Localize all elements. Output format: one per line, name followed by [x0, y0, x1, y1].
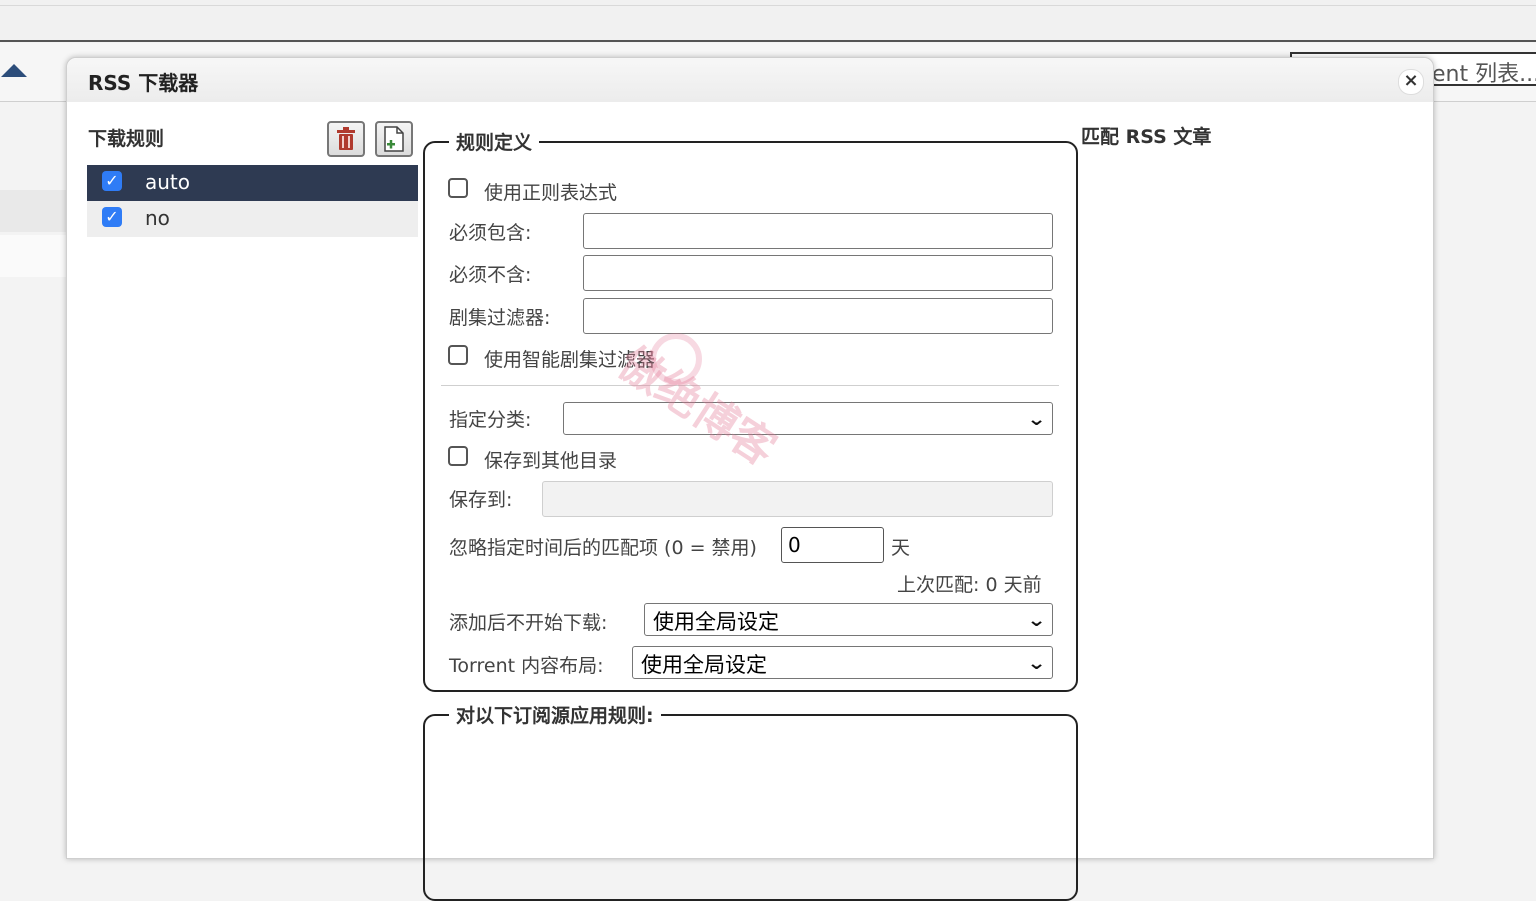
add-rule-button[interactable]	[375, 121, 413, 157]
ignore-days-unit: 天	[891, 537, 911, 559]
content-layout-label: Torrent 内容布局:	[449, 655, 604, 677]
rule-definition-legend: 规则定义	[456, 132, 533, 154]
bg-list-row	[0, 190, 70, 232]
content-layout-select[interactable]: 使用全局设定 ⌄	[632, 646, 1053, 679]
save-to-input[interactable]	[542, 481, 1053, 517]
content-layout-select-value: 使用全局设定	[641, 653, 767, 677]
delete-rule-button[interactable]	[327, 121, 365, 157]
rss-downloader-dialog: RSS 下载器 × 下载规则 ✓ auto ✓ no 规则定义 使用正则表达式	[66, 57, 1434, 901]
app-header	[0, 0, 1536, 42]
matching-articles-title: 匹配 RSS 文章	[1081, 126, 1212, 148]
dialog-header: RSS 下载器 ×	[67, 58, 1433, 102]
ignore-after-label: 忽略指定时间后的匹配项 (0 = 禁用)	[449, 537, 757, 559]
apply-feeds-group: 对以下订阅源应用规则:	[423, 701, 1078, 901]
rule-enabled-checkbox[interactable]: ✓	[102, 171, 122, 191]
app-top-divider	[0, 5, 1536, 6]
new-file-icon	[384, 126, 404, 152]
add-paused-select[interactable]: 使用全局设定 ⌄	[644, 603, 1053, 636]
close-icon[interactable]: ×	[1398, 69, 1424, 95]
add-paused-select-value: 使用全局设定	[653, 610, 779, 634]
chevron-down-icon: ⌄	[1026, 409, 1047, 430]
chevron-down-icon: ⌄	[1026, 653, 1047, 674]
episode-filter-input[interactable]	[583, 298, 1053, 334]
apply-feeds-legend: 对以下订阅源应用规则:	[456, 705, 654, 727]
smart-filter-checkbox[interactable]	[448, 345, 468, 365]
category-select[interactable]: ⌄	[563, 402, 1053, 435]
save-other-dir-checkbox[interactable]	[448, 446, 468, 466]
rules-panel-title: 下载规则	[88, 128, 165, 150]
must-not-contain-input[interactable]	[583, 255, 1053, 291]
rule-enabled-checkbox[interactable]: ✓	[102, 207, 122, 227]
must-contain-input[interactable]	[583, 213, 1053, 249]
last-match-text: 上次匹配: 0 天前	[897, 574, 1042, 596]
ignore-days-input[interactable]	[781, 527, 884, 563]
add-paused-label: 添加后不开始下载:	[449, 612, 608, 634]
rule-item-label: no	[145, 206, 170, 230]
use-regex-label: 使用正则表达式	[484, 182, 618, 204]
collapse-arrow-icon[interactable]	[1, 64, 27, 77]
rule-item-auto[interactable]: ✓ auto	[87, 165, 418, 201]
trash-icon	[337, 127, 355, 150]
rule-item-no[interactable]: ✓ no	[87, 201, 418, 237]
chevron-down-icon: ⌄	[1026, 610, 1047, 631]
save-other-dir-label: 保存到其他目录	[484, 450, 618, 472]
must-contain-label: 必须包含:	[449, 222, 532, 244]
must-not-contain-label: 必须不含:	[449, 264, 532, 286]
save-to-label: 保存到:	[449, 489, 513, 511]
dialog-title: RSS 下载器	[88, 71, 199, 95]
rule-item-label: auto	[145, 170, 191, 194]
category-label: 指定分类:	[449, 409, 532, 431]
bg-list-row	[0, 235, 70, 277]
section-divider	[441, 385, 1059, 386]
use-regex-checkbox[interactable]	[448, 178, 468, 198]
episode-filter-label: 剧集过滤器:	[449, 307, 551, 329]
